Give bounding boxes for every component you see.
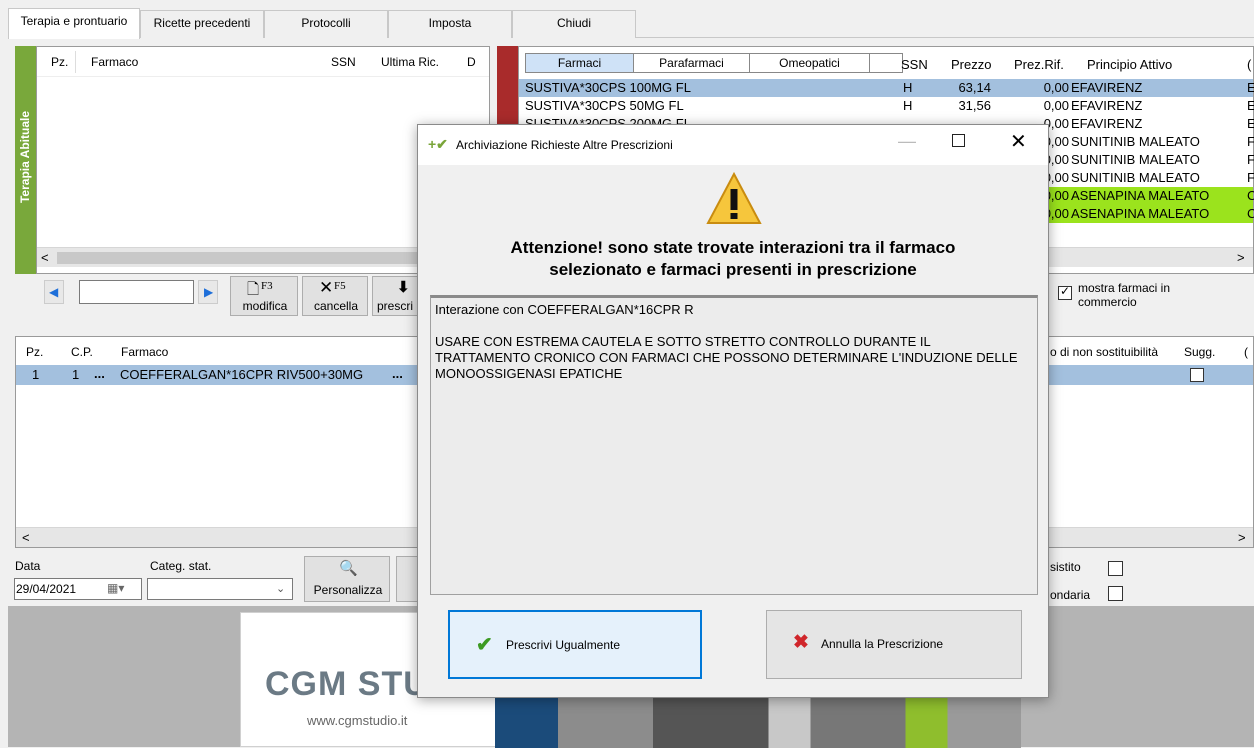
interaction-dialog: +✔ Archiviazione Richieste Altre Prescri… [417, 124, 1049, 698]
table-row[interactable]: SUSTIVA*30CPS 100MG FL H 63,14 0,00 EFAV… [519, 79, 1254, 97]
col-ultima-ric[interactable]: Ultima Ric. [381, 55, 439, 69]
nav-next-button[interactable]: ▶ [198, 280, 218, 304]
mostra-farmaci-checkbox[interactable]: ✓ [1058, 284, 1072, 300]
people-photo-strip [495, 691, 1021, 748]
col-ssn[interactable]: SSN [331, 55, 356, 69]
col-principio-attivo[interactable]: Principio Attivo [1087, 57, 1172, 72]
personalizza-button[interactable]: 🔍 Personalizza [304, 556, 390, 602]
col-prezzo[interactable]: Prezzo [951, 57, 991, 72]
annulla-prescrizione-button[interactable]: ✖ Annulla la Prescrizione [766, 610, 1022, 679]
tab-terapia-prontuario[interactable]: Terapia e prontuario [8, 8, 140, 39]
col-farmaco[interactable]: Farmaco [91, 55, 138, 69]
mostra-farmaci-label: mostra farmaci in commercio [1078, 281, 1171, 309]
cancella-label: cancella [313, 299, 359, 313]
triangle-right-icon: ▶ [204, 285, 214, 299]
tab-farmaci[interactable]: Farmaci [526, 54, 634, 72]
nav-input[interactable] [79, 280, 194, 304]
tab-omeopatici[interactable]: Omeopatici [750, 54, 870, 72]
scroll-thumb[interactable] [57, 252, 477, 264]
interaction-message[interactable]: Interazione con COEFFERALGAN*16CPR R USA… [430, 295, 1038, 595]
farmaco-ellipsis-button[interactable]: ... [392, 366, 403, 381]
heading-line-1: Attenzione! sono state trovate interazio… [510, 238, 956, 257]
cancella-button[interactable]: ✕ F5 cancella [302, 276, 368, 316]
close-x-icon: ✕ [319, 278, 334, 297]
prescrivi-ugualmente-button[interactable]: ✔ Prescrivi Ugualmente [448, 610, 702, 679]
scroll-left-icon[interactable]: < [41, 250, 49, 265]
data-date-picker[interactable]: 29/04/2021 ▦▾ [14, 578, 142, 600]
col-d[interactable]: D [467, 55, 476, 69]
warning-heading: Attenzione! sono state trovate interazio… [418, 237, 1048, 281]
message-line-3: TRATTAMENTO CRONICO CON FARMACI CHE POSS… [435, 350, 1018, 365]
prescrivi-label: prescri [377, 299, 414, 313]
prescrivi-button[interactable]: ⬇ prescri [372, 276, 422, 316]
col-extra-presc[interactable]: ( [1244, 345, 1248, 359]
f3-key-label: F3 [261, 280, 273, 292]
col-ssn-right[interactable]: SSN [901, 57, 928, 72]
message-line-4: MONOOSSIGENASI EPATICHE [435, 366, 623, 381]
col-prez-rif[interactable]: Prez.Rif. [1014, 57, 1064, 72]
sugg-checkbox[interactable] [1190, 368, 1204, 382]
secondaria-checkbox[interactable] [1108, 586, 1123, 601]
dialog-titlebar: +✔ Archiviazione Richieste Altre Prescri… [418, 125, 1048, 165]
tab-chiudi[interactable]: Chiudi [512, 10, 636, 38]
data-label: Data [15, 559, 41, 573]
message-line-1: Interazione con COEFFERALGAN*16CPR R [435, 302, 694, 317]
col-pz[interactable]: Pz. [51, 55, 68, 69]
app-logo-icon: +✔ [428, 136, 448, 152]
col-cp[interactable]: C.P. [71, 345, 93, 359]
col-pz-presc[interactable]: Pz. [26, 345, 43, 359]
main-tabbar: Terapia e prontuario Ricette precedenti … [8, 8, 1254, 39]
categ-stat-label: Categ. stat. [150, 559, 212, 573]
heading-line-2: selezionato e farmaci presenti in prescr… [549, 260, 917, 279]
close-icon[interactable]: ✕ [1010, 129, 1027, 154]
terapia-abituale-sidebar: Terapia Abituale [15, 46, 36, 274]
arrow-down-icon: ⬇ [397, 279, 410, 296]
col-farmaco-presc[interactable]: Farmaco [121, 345, 168, 359]
check-icon: ✓ [1060, 284, 1071, 298]
terapia-abituale-label: Terapia Abituale [18, 110, 32, 204]
col-non-sostituibilita[interactable]: o di non sostituibilità [1050, 345, 1158, 359]
maximize-icon[interactable] [952, 134, 965, 147]
triangle-left-icon: ◀ [49, 285, 59, 299]
calendar-dropdown-icon[interactable]: ▦▾ [107, 581, 124, 595]
cancel-x-icon: ✖ [793, 632, 809, 653]
prontuario-filter-tabs: Farmaci Parafarmaci Omeopatici [525, 53, 903, 73]
cp-ellipsis-button[interactable]: ... [94, 366, 105, 381]
terapia-grid-header: Pz. Farmaco SSN Ultima Ric. D [37, 47, 489, 77]
secondaria-label: ondaria [1050, 588, 1091, 602]
tab-parafarmaci[interactable]: Parafarmaci [634, 54, 750, 72]
minimize-icon[interactable]: — [898, 131, 916, 152]
tab-imposta[interactable]: Imposta [388, 10, 512, 38]
scroll-left-icon[interactable]: < [22, 530, 30, 545]
warning-icon [706, 171, 762, 224]
categ-stat-select[interactable]: ⌄ [147, 578, 293, 600]
tab-ricette-precedenti[interactable]: Ricette precedenti [140, 10, 264, 38]
scroll-right-icon[interactable]: > [1237, 250, 1245, 265]
modifica-label: modifica [242, 299, 288, 313]
checkmark-icon: ✔ [476, 634, 493, 656]
assistito-checkbox[interactable] [1108, 561, 1123, 576]
f5-key-label: F5 [334, 280, 346, 292]
chevron-down-icon: ⌄ [276, 583, 286, 595]
cgm-url: www.cgmstudio.it [307, 713, 408, 728]
table-row[interactable]: SUSTIVA*30CPS 50MG FL H 31,56 0,00 EFAVI… [519, 97, 1254, 115]
col-extra[interactable]: ( [1247, 57, 1251, 72]
col-separator [75, 51, 76, 73]
col-sugg[interactable]: Sugg. [1184, 345, 1215, 359]
nav-prev-button[interactable]: ◀ [44, 280, 64, 304]
dialog-title: Archiviazione Richieste Altre Prescrizio… [456, 138, 673, 152]
tab-protocolli[interactable]: Protocolli [264, 10, 388, 38]
scroll-right-icon[interactable]: > [1238, 530, 1246, 545]
modifica-button[interactable]: 🗋 F3 modifica [230, 276, 298, 316]
magnifier-icon: 🔍 [339, 560, 358, 577]
assistito-label: sistito [1050, 560, 1081, 574]
message-line-2: USARE CON ESTREMA CAUTELA E SOTTO STRETT… [435, 334, 931, 349]
